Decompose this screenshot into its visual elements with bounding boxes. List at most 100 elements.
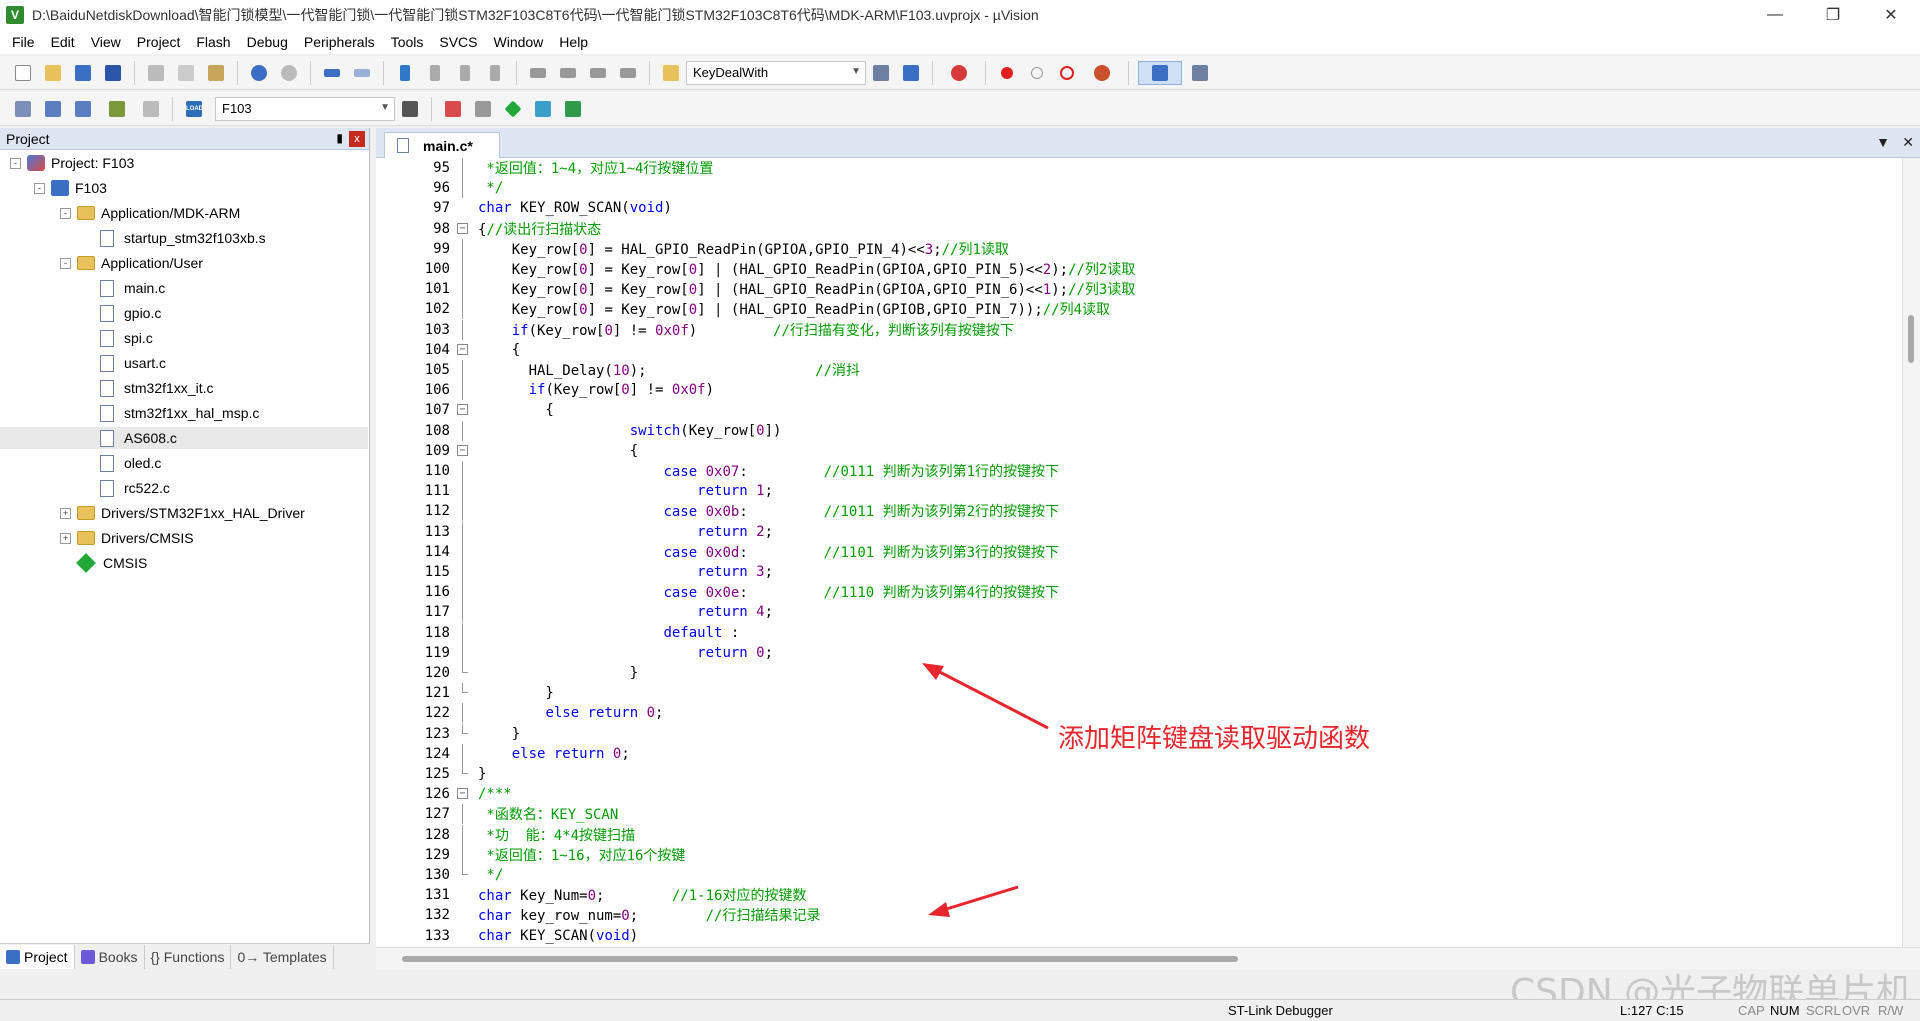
code-line[interactable]: 99 Key_row[0] = HAL_GPIO_ReadPin(GPIOA,G… bbox=[376, 238, 1896, 259]
rebuild-button[interactable] bbox=[71, 97, 95, 121]
close-button[interactable]: ✕ bbox=[1862, 0, 1920, 30]
manage-multi-project-button[interactable] bbox=[471, 97, 495, 121]
code-line[interactable]: 111 return 1; bbox=[376, 481, 1896, 502]
pack-installer-button[interactable] bbox=[561, 97, 585, 121]
tree-item[interactable]: rc522.c bbox=[0, 477, 368, 499]
maximize-button[interactable]: ❐ bbox=[1804, 0, 1862, 30]
code-line[interactable]: 119 return 0; bbox=[376, 642, 1896, 663]
code-line[interactable]: 126−/*** bbox=[376, 784, 1896, 804]
kill-all-breakpoints-button[interactable] bbox=[1085, 61, 1119, 85]
function-combo[interactable]: KeyDealWith ▼ bbox=[686, 60, 866, 85]
menu-help[interactable]: Help bbox=[551, 34, 596, 50]
code-line[interactable]: 108 switch(Key_row[0]) bbox=[376, 420, 1896, 441]
code-line[interactable]: 112 case 0x0b: //1011 判断为该列第2行的按键按下 bbox=[376, 501, 1896, 522]
collapse-icon[interactable]: - bbox=[34, 182, 45, 194]
minimize-button[interactable]: — bbox=[1746, 0, 1804, 30]
new-file-button[interactable] bbox=[11, 61, 35, 85]
translate-button[interactable] bbox=[11, 97, 35, 121]
tree-item[interactable]: main.c bbox=[0, 277, 368, 299]
tree-item[interactable]: - Application/User bbox=[0, 252, 368, 274]
expand-icon[interactable]: + bbox=[60, 532, 71, 544]
fold-collapse-icon[interactable]: − bbox=[457, 788, 468, 800]
cut-button[interactable] bbox=[144, 61, 168, 85]
tree-item[interactable]: startup_stm32f103xb.s bbox=[0, 227, 368, 249]
code-line[interactable]: 120 } bbox=[376, 663, 1896, 683]
code-line[interactable]: 129 *返回值：1~16，对应16个按键 bbox=[376, 844, 1896, 865]
code-line[interactable]: 125} bbox=[376, 764, 1896, 784]
comment-button[interactable] bbox=[586, 61, 610, 85]
code-line[interactable]: 118 default : bbox=[376, 622, 1896, 643]
code-editor[interactable]: 95 *返回值：1~4，对应1~4行按键位置 96 */97 char KEY_RO… bbox=[376, 158, 1896, 947]
vertical-scrollbar[interactable] bbox=[1902, 158, 1920, 947]
undo-button[interactable] bbox=[247, 61, 271, 85]
code-line[interactable]: 105 HAL_Delay(10); //消抖 bbox=[376, 360, 1896, 380]
tab-project[interactable]: Project bbox=[0, 944, 75, 969]
batch-build-button[interactable] bbox=[101, 97, 133, 121]
code-line[interactable]: 104− { bbox=[376, 340, 1896, 360]
tree-item[interactable]: oled.c bbox=[0, 452, 368, 474]
code-line[interactable]: 116 case 0x0e: //1110 判断为该列第4行的按键按下 bbox=[376, 582, 1896, 603]
tree-item[interactable]: + Drivers/CMSIS bbox=[0, 527, 368, 549]
select-software-packs-button[interactable] bbox=[531, 97, 555, 121]
tree-item[interactable]: AS608.c bbox=[0, 427, 368, 449]
code-line[interactable]: 132 char key_row_num=0; //行扫描结果记录 bbox=[376, 905, 1896, 925]
window-layout-button[interactable] bbox=[1138, 60, 1182, 85]
code-line[interactable]: 95 *返回值：1~4，对应1~4行按键位置 bbox=[376, 158, 1896, 178]
menu-file[interactable]: File bbox=[4, 34, 43, 50]
menu-debug[interactable]: Debug bbox=[239, 34, 296, 50]
menu-svcs[interactable]: SVCS bbox=[431, 34, 485, 50]
code-line[interactable]: 127 *函数名：KEY_SCAN bbox=[376, 804, 1896, 825]
code-line[interactable]: 128 *功 能：4*4按键扫描 bbox=[376, 824, 1896, 845]
fold-collapse-icon[interactable]: − bbox=[457, 404, 468, 416]
tree-item[interactable]: usart.c bbox=[0, 352, 368, 374]
tab-templates[interactable]: 0→ Templates bbox=[231, 944, 334, 969]
pin-icon[interactable]: ▮ bbox=[336, 131, 343, 145]
tree-item[interactable]: - F103 bbox=[0, 177, 368, 199]
fold-collapse-icon[interactable]: − bbox=[457, 343, 468, 355]
build-button[interactable] bbox=[41, 97, 65, 121]
pane-close-button[interactable]: x bbox=[349, 131, 365, 147]
collapse-icon[interactable]: - bbox=[60, 207, 71, 219]
target-options-button[interactable] bbox=[398, 97, 422, 121]
fold-collapse-icon[interactable]: − bbox=[457, 222, 468, 234]
tab-main-c[interactable]: main.c* bbox=[384, 132, 500, 158]
enable-breakpoint-button[interactable] bbox=[1025, 61, 1049, 85]
tree-item[interactable]: - Project: F103 bbox=[0, 152, 368, 174]
expand-icon[interactable]: + bbox=[60, 507, 71, 519]
code-line[interactable]: 115 return 3; bbox=[376, 562, 1896, 582]
horizontal-scroll-thumb[interactable] bbox=[402, 956, 1238, 962]
code-line[interactable]: 110 case 0x07: //0111 判断为该列第1行的按键按下 bbox=[376, 461, 1896, 481]
indent-button[interactable] bbox=[526, 61, 550, 85]
tree-item[interactable]: + Drivers/STM32F1xx_HAL_Driver bbox=[0, 502, 368, 524]
menu-project[interactable]: Project bbox=[129, 34, 189, 50]
tree-item[interactable]: gpio.c bbox=[0, 302, 368, 324]
copy-button[interactable] bbox=[174, 61, 198, 85]
fold-margin[interactable]: − bbox=[456, 441, 470, 461]
tab-functions[interactable]: {} Functions bbox=[145, 944, 232, 969]
collapse-icon[interactable]: - bbox=[10, 157, 21, 169]
bookmark-prev-button[interactable] bbox=[423, 61, 447, 85]
code-line[interactable]: 101 Key_row[0] = Key_row[0] | (HAL_GPIO_… bbox=[376, 279, 1896, 300]
tree-item[interactable]: spi.c bbox=[0, 327, 368, 349]
code-line[interactable]: 113 return 2; bbox=[376, 521, 1896, 542]
tree-item[interactable]: CMSIS bbox=[0, 552, 368, 574]
bookmark-clear-button[interactable] bbox=[483, 61, 507, 85]
target-combo[interactable]: F103 ▼ bbox=[215, 96, 395, 121]
paste-button[interactable] bbox=[204, 61, 228, 85]
fold-margin[interactable]: − bbox=[456, 400, 470, 420]
menu-tools[interactable]: Tools bbox=[383, 34, 432, 50]
configure-button[interactable] bbox=[1188, 61, 1212, 85]
code-line[interactable]: 102 Key_row[0] = Key_row[0] | (HAL_GPIO_… bbox=[376, 299, 1896, 320]
code-line[interactable]: 97 char KEY_ROW_SCAN(void) bbox=[376, 198, 1896, 218]
menu-window[interactable]: Window bbox=[486, 34, 552, 50]
stop-build-button[interactable] bbox=[139, 97, 163, 121]
open-file-button[interactable] bbox=[41, 61, 65, 85]
uncomment-button[interactable] bbox=[616, 61, 640, 85]
menu-peripherals[interactable]: Peripherals bbox=[296, 34, 383, 50]
menu-view[interactable]: View bbox=[83, 34, 129, 50]
tab-books[interactable]: Books bbox=[75, 944, 145, 969]
fold-margin[interactable]: − bbox=[456, 784, 470, 804]
close-tab-icon[interactable]: ✕ bbox=[1902, 134, 1914, 151]
nav-back-button[interactable] bbox=[320, 61, 344, 85]
code-line[interactable]: 98− {//读出行扫描状态 bbox=[376, 219, 1896, 239]
